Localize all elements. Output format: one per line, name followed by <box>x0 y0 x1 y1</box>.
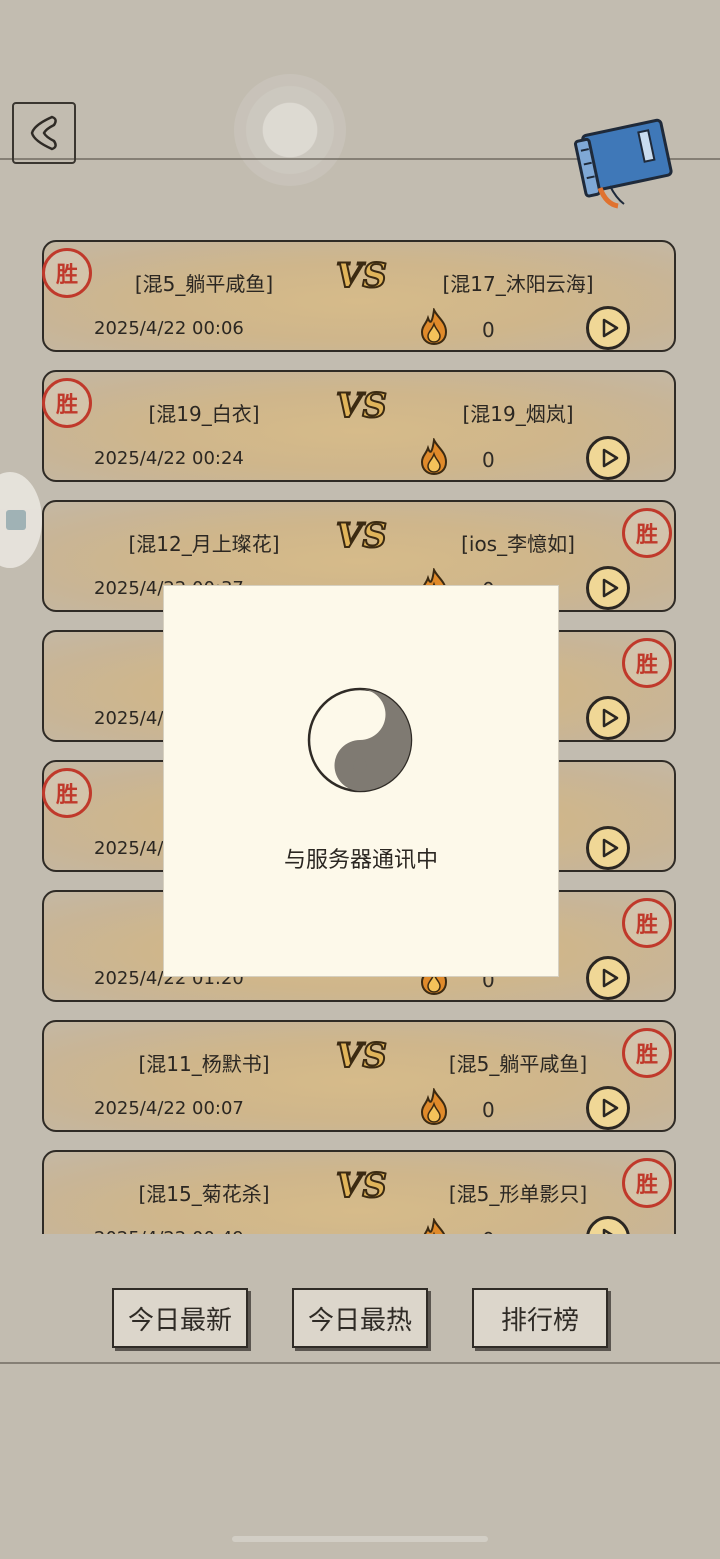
match-date: 2025/4/22 00:07 <box>94 1098 244 1119</box>
play-replay-button[interactable] <box>586 1086 630 1130</box>
vs-label: VS <box>335 1035 388 1077</box>
play-icon <box>602 318 619 338</box>
right-player-name: [混5_形单影只] <box>448 1182 588 1206</box>
play-icon <box>602 1098 619 1118</box>
match-date: 2025/4/2 <box>94 708 175 729</box>
right-player-name: [混5_躺平咸鱼] <box>448 1052 588 1076</box>
win-stamp-right: 胜 <box>622 898 672 948</box>
yin-yang-icon <box>307 687 413 793</box>
play-replay-button[interactable] <box>586 696 630 740</box>
right-player-name: [混17_沐阳云海] <box>442 272 594 296</box>
hot-count: 0 <box>482 448 495 472</box>
play-icon <box>602 448 619 468</box>
left-player-name: [混15_菊花杀] <box>138 1182 270 1206</box>
home-indicator[interactable] <box>232 1536 488 1542</box>
tab-today-latest[interactable]: 今日最新 <box>112 1288 248 1348</box>
chevron-left-icon <box>30 115 57 151</box>
hot-count: 0 <box>482 318 495 342</box>
match-date: 2025/4/22 00:49 <box>94 1228 244 1234</box>
play-replay-button[interactable] <box>586 566 630 610</box>
play-icon <box>602 708 619 728</box>
win-stamp-left: 胜 <box>42 248 92 298</box>
play-replay-button[interactable] <box>586 306 630 350</box>
match-date: 2025/4/22 00:24 <box>94 448 244 469</box>
fire-icon <box>423 1218 446 1234</box>
hot-count: 0 <box>482 1098 495 1122</box>
tab-today-hottest[interactable]: 今日最热 <box>292 1288 428 1348</box>
left-player-name: [混5_躺平咸鱼] <box>134 272 274 296</box>
match-card[interactable]: [混15_菊花杀] VS [混5_形单影只] 2025/4/22 00:49 0… <box>42 1150 676 1234</box>
play-replay-button[interactable] <box>586 956 630 1000</box>
hot-count: 0 <box>482 1228 495 1234</box>
play-replay-button[interactable] <box>586 436 630 480</box>
vs-label: VS <box>335 385 388 427</box>
play-replay-button[interactable] <box>586 1216 630 1234</box>
match-card[interactable]: [混11_杨默书] VS [混5_躺平咸鱼] 2025/4/22 00:07 0… <box>42 1020 676 1132</box>
footer-divider <box>0 1362 720 1364</box>
play-icon <box>602 578 619 598</box>
book-icon[interactable] <box>566 112 682 210</box>
left-player-name: [混11_杨默书] <box>138 1052 270 1076</box>
play-replay-button[interactable] <box>586 826 630 870</box>
left-player-name: [混19_白衣] <box>148 402 260 426</box>
win-stamp-right: 胜 <box>622 508 672 558</box>
match-card[interactable]: [混5_躺平咸鱼] VS [混17_沐阳云海] 2025/4/22 00:06 … <box>42 240 676 352</box>
right-player-name: [混19_烟岚] <box>462 402 574 426</box>
play-icon <box>602 968 619 988</box>
match-card[interactable]: [混19_白衣] VS [混19_烟岚] 2025/4/22 00:24 0 胜 <box>42 370 676 482</box>
win-stamp-right: 胜 <box>622 1158 672 1208</box>
left-player-name: [混12_月上璨花] <box>128 532 280 556</box>
win-stamp-left: 胜 <box>42 378 92 428</box>
play-icon <box>602 1228 613 1234</box>
win-stamp-right: 胜 <box>622 1028 672 1078</box>
vs-label: VS <box>335 255 388 297</box>
tab-leaderboard[interactable]: 排行榜 <box>472 1288 608 1348</box>
match-date: 2025/4/2 <box>94 838 175 859</box>
loading-status-text: 与服务器通讯中 <box>283 848 438 873</box>
bottom-tabs: 今日最新 今日最热 排行榜 <box>0 1288 720 1348</box>
fire-icon <box>420 308 448 346</box>
back-button[interactable] <box>12 102 76 164</box>
vs-label: VS <box>335 515 388 557</box>
loading-dialog: 与服务器通讯中 <box>164 586 558 976</box>
fire-icon <box>420 438 448 476</box>
vs-label: VS <box>335 1165 388 1207</box>
match-date: 2025/4/22 00:06 <box>94 318 244 339</box>
win-stamp-right: 胜 <box>622 638 672 688</box>
right-player-name: [ios_李憶如] <box>461 532 575 556</box>
win-stamp-left: 胜 <box>42 768 92 818</box>
decorative-circle <box>234 74 346 186</box>
play-icon <box>602 838 619 858</box>
fire-icon <box>420 1088 448 1126</box>
